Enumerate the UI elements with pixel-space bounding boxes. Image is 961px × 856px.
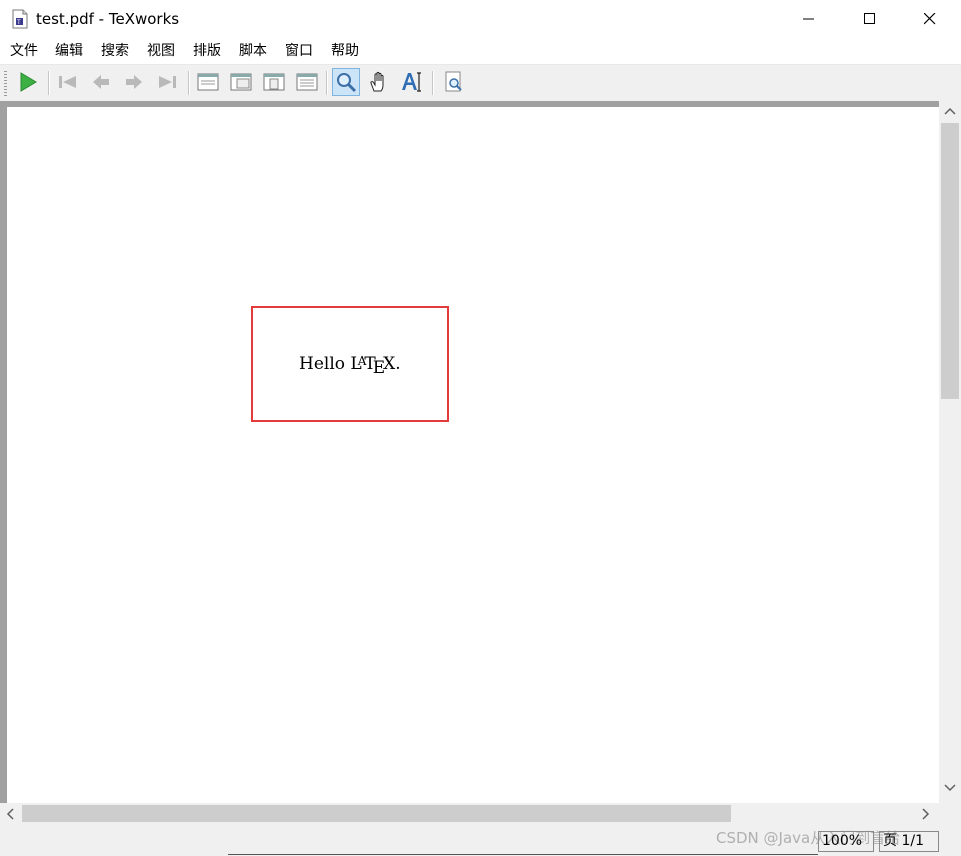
menu-edit[interactable]: 编辑: [55, 42, 83, 60]
maximize-button[interactable]: [847, 0, 893, 38]
document-text: Hello LATEX.: [299, 354, 401, 378]
toolbar-separator: [188, 71, 190, 95]
menu-window[interactable]: 窗口: [285, 42, 313, 60]
zoom-level[interactable]: 100%: [818, 831, 874, 852]
toolbar-separator: [432, 71, 434, 95]
pdf-viewer[interactable]: Hello LATEX.: [0, 101, 961, 824]
menu-typeset[interactable]: 排版: [193, 42, 221, 60]
fit-width-button[interactable]: [227, 68, 255, 96]
scroll-down-arrow-icon[interactable]: [944, 784, 956, 792]
horizontal-scrollbar[interactable]: [0, 803, 939, 824]
previous-page-button[interactable]: [87, 68, 115, 96]
status-bar: CSDN @Java从入门到盲给 100% 页 1/1: [0, 824, 961, 856]
hello-text: Hello: [299, 354, 351, 374]
first-page-icon: [59, 76, 76, 88]
maximize-icon: [864, 13, 875, 24]
last-page-button[interactable]: [154, 68, 182, 96]
magnifier-tool-button[interactable]: [332, 68, 360, 96]
vertical-scrollbar[interactable]: [939, 101, 961, 803]
scroll-right-arrow-icon[interactable]: [922, 808, 930, 820]
latex-logo-e: E: [372, 358, 386, 378]
typeset-play-icon: [20, 72, 37, 92]
latex-logo-a: A: [357, 354, 367, 368]
fit-page-icon: [263, 73, 285, 91]
latex-logo: LATEX: [350, 354, 395, 378]
window-title: test.pdf - TeXworks: [36, 10, 180, 28]
fit-content-icon: [296, 73, 318, 91]
menu-help[interactable]: 帮助: [331, 42, 359, 60]
menu-file[interactable]: 文件: [10, 42, 38, 60]
title-bar: T test.pdf - TeXworks: [0, 0, 961, 38]
hand-scroll-tool-icon: [370, 71, 384, 92]
text-select-tool-button[interactable]: [398, 68, 426, 96]
menu-bar: 文件 编辑 搜索 视图 排版 脚本 窗口 帮助: [0, 38, 961, 65]
close-icon: [924, 13, 936, 25]
hand-scroll-tool-button[interactable]: [365, 68, 393, 96]
next-page-icon: [126, 75, 142, 89]
scrollbar-corner: [939, 803, 961, 824]
text-select-tool-icon: [402, 72, 421, 92]
toolbar-separator: [48, 71, 50, 95]
close-button[interactable]: [907, 0, 953, 38]
page-indicator[interactable]: 页 1/1: [879, 831, 939, 852]
pdf-document-icon: T: [12, 9, 28, 29]
menu-scripts[interactable]: 脚本: [239, 42, 267, 60]
next-page-button[interactable]: [120, 68, 148, 96]
actual-size-button[interactable]: [194, 68, 222, 96]
toolbar: [0, 65, 961, 102]
toolbar-separator: [326, 71, 328, 95]
svg-text:T: T: [16, 19, 21, 26]
vertical-scroll-thumb[interactable]: [941, 123, 959, 399]
first-page-button[interactable]: [53, 68, 81, 96]
scroll-left-arrow-icon[interactable]: [6, 808, 14, 820]
minimize-icon: [803, 18, 814, 20]
minimize-button[interactable]: [786, 0, 832, 38]
toolbar-grip[interactable]: [4, 71, 7, 97]
horizontal-scroll-thumb[interactable]: [22, 805, 731, 822]
scroll-up-arrow-icon[interactable]: [944, 107, 956, 115]
goto-source-button[interactable]: [440, 68, 468, 96]
typeset-button[interactable]: [14, 68, 42, 96]
pdf-page[interactable]: Hello LATEX.: [7, 107, 939, 804]
fit-page-button[interactable]: [260, 68, 288, 96]
previous-page-icon: [93, 75, 109, 89]
goto-source-icon: [445, 71, 462, 92]
magnifier-tool-icon: [337, 73, 357, 93]
last-page-icon: [159, 76, 176, 88]
actual-size-icon: [197, 73, 219, 91]
menu-search[interactable]: 搜索: [101, 42, 129, 60]
period-text: .: [395, 354, 401, 374]
fit-content-button[interactable]: [293, 68, 321, 96]
fit-width-icon: [230, 73, 252, 91]
status-divider: [228, 854, 818, 855]
menu-view[interactable]: 视图: [147, 42, 175, 60]
